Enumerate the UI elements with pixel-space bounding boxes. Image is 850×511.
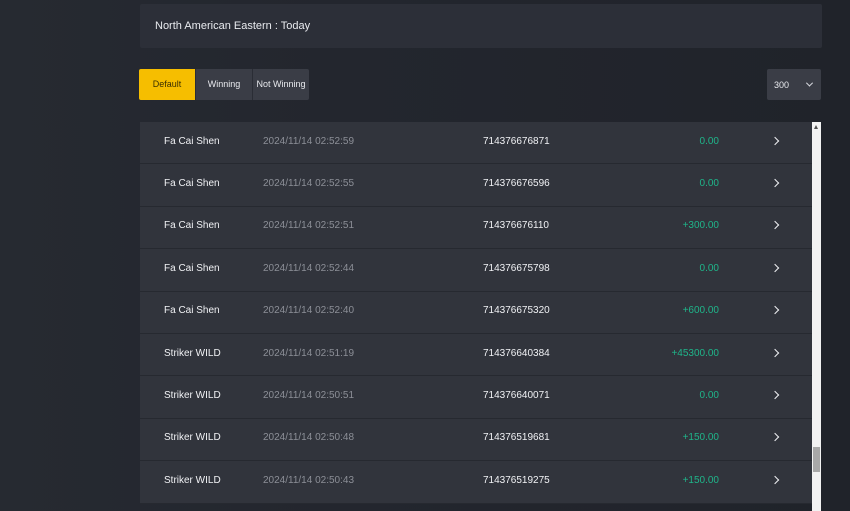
- list-item[interactable]: Striker WILD 2024/11/14 02:51:19 7143766…: [140, 333, 812, 377]
- list-item[interactable]: Fa Cai Shen 2024/11/14 02:52:59 71437667…: [140, 122, 812, 165]
- bet-id: 714376640071: [483, 390, 550, 402]
- bet-time: 2024/11/14 02:50:51: [263, 390, 355, 402]
- scrollbar-thumb[interactable]: [813, 447, 820, 472]
- win-amount: +45300.00: [671, 347, 719, 359]
- game-name: Striker WILD: [164, 432, 221, 444]
- filter-winning-button[interactable]: Winning: [196, 69, 253, 100]
- chevron-down-icon: [805, 79, 814, 87]
- bet-time: 2024/11/14 02:52:44: [263, 262, 355, 274]
- page-size-value: 300: [774, 79, 790, 90]
- game-name: Striker WILD: [164, 390, 221, 402]
- bet-id: 714376519275: [483, 474, 550, 486]
- game-name: Fa Cai Shen: [164, 220, 220, 232]
- chevron-right-icon[interactable]: [770, 306, 780, 315]
- bet-id: 714376675320: [483, 305, 550, 317]
- win-amount: +600.00: [682, 305, 719, 317]
- win-amount: 0.00: [699, 262, 719, 274]
- bet-time: 2024/11/14 02:52:40: [263, 305, 355, 317]
- bet-id: 714376676110: [483, 220, 549, 232]
- bet-id: 714376640384: [483, 347, 550, 359]
- game-name: Fa Cai Shen: [164, 135, 220, 147]
- win-amount: +150.00: [682, 474, 719, 486]
- bet-id: 714376519681: [483, 432, 550, 444]
- bet-time: 2024/11/14 02:50:48: [263, 432, 355, 444]
- filter-not-winning-button[interactable]: Not Winning: [253, 69, 309, 100]
- list-item[interactable]: Fa Cai Shen 2024/11/14 02:52:40 71437667…: [140, 291, 812, 334]
- game-name: Fa Cai Shen: [164, 262, 220, 274]
- chevron-right-icon[interactable]: [770, 263, 780, 273]
- win-amount: +300.00: [682, 220, 719, 232]
- page-size-select[interactable]: 300: [767, 69, 821, 100]
- chevron-right-icon[interactable]: [770, 178, 780, 188]
- chevron-right-icon[interactable]: [770, 475, 780, 485]
- win-amount: 0.00: [699, 178, 719, 190]
- bet-time: 2024/11/14 02:50:43: [263, 474, 355, 486]
- bet-time: 2024/11/14 02:52:59: [263, 135, 355, 147]
- bet-time: 2024/11/14 02:52:55: [263, 178, 355, 190]
- scroll-up-arrow-icon[interactable]: [814, 125, 818, 129]
- bet-time: 2024/11/14 02:52:51: [263, 220, 355, 232]
- list-item[interactable]: Striker WILD 2024/11/14 02:50:43 7143765…: [140, 461, 812, 504]
- game-name: Fa Cai Shen: [164, 305, 220, 317]
- chevron-right-icon[interactable]: [770, 136, 780, 145]
- win-amount: 0.00: [699, 135, 719, 147]
- list-item[interactable]: Fa Cai Shen 2024/11/14 02:52:44 71437667…: [140, 249, 812, 292]
- game-name: Fa Cai Shen: [164, 178, 220, 190]
- win-amount: +150.00: [682, 432, 719, 444]
- list-scrollbar[interactable]: [812, 122, 821, 511]
- result-filter-group: Default Winning Not Winning: [139, 69, 309, 100]
- game-name: Striker WILD: [164, 474, 221, 486]
- chevron-right-icon[interactable]: [770, 348, 780, 357]
- bet-id: 714376676596: [483, 178, 550, 190]
- list-item[interactable]: Striker WILD 2024/11/14 02:50:48 7143765…: [140, 418, 812, 462]
- list-item[interactable]: Fa Cai Shen 2024/11/14 02:52:51 71437667…: [140, 206, 812, 250]
- page-title: North American Eastern : Today: [155, 20, 311, 32]
- win-amount: 0.00: [699, 390, 719, 402]
- game-name: Striker WILD: [164, 347, 221, 359]
- page: North American Eastern : Today Default W…: [0, 0, 850, 511]
- list-item[interactable]: Striker WILD 2024/11/14 02:50:51 7143766…: [140, 376, 812, 419]
- bet-id: 714376675798: [483, 262, 550, 274]
- list-item[interactable]: Fa Cai Shen 2024/11/14 02:52:55 71437667…: [140, 164, 812, 207]
- bet-id: 714376676871: [483, 135, 550, 147]
- filter-default-button[interactable]: Default: [139, 69, 196, 100]
- chevron-right-icon[interactable]: [770, 433, 780, 442]
- bet-time: 2024/11/14 02:51:19: [263, 347, 355, 359]
- chevron-right-icon[interactable]: [770, 390, 780, 400]
- header-bar: North American Eastern : Today: [140, 4, 822, 48]
- chevron-right-icon[interactable]: [770, 221, 780, 230]
- bet-history-list: Fa Cai Shen 2024/11/14 02:52:59 71437667…: [140, 122, 812, 511]
